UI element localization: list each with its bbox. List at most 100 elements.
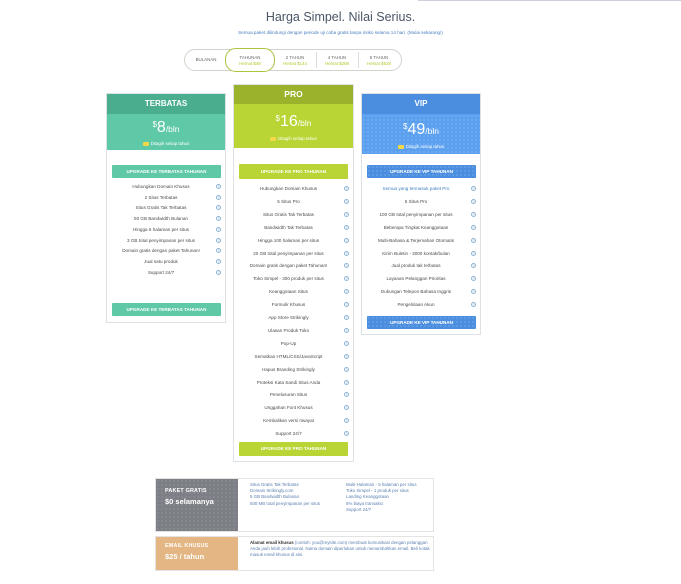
free-plan-features-col2: Multi-Halaman - 5 halaman per situs Toko… [346, 482, 417, 512]
top-divider [418, 0, 681, 1]
calendar-icon [270, 136, 277, 141]
plan-name: PRO [234, 85, 353, 104]
help-icon[interactable]: ? [471, 302, 476, 308]
help-icon[interactable]: ? [344, 211, 349, 217]
plan-price: $49/bln [403, 121, 439, 138]
help-icon[interactable]: ? [344, 431, 349, 437]
help-icon[interactable]: ? [216, 194, 221, 200]
feature-label: Keanggotaan Situs [269, 289, 308, 295]
help-icon[interactable]: ? [344, 392, 349, 398]
feature-label: Unggahan Font Khusus [264, 405, 313, 411]
help-icon[interactable]: ? [471, 198, 476, 204]
billing-option-2-years[interactable]: 2 TAHUN Hemat $144 [275, 50, 315, 70]
help-icon[interactable]: ? [216, 205, 221, 211]
upgrade-pro-button[interactable]: UPGRADE KE PRO TAHUNAN [239, 164, 348, 179]
help-icon[interactable]: ? [344, 379, 349, 385]
feature-label: Pop-Up [280, 340, 297, 346]
billing-option-monthly[interactable]: BULANAN [187, 50, 225, 70]
feature-label: Domain gratis dengan paket Tahunan! [249, 263, 328, 269]
feature-label: Hubungkan Domain Khusus [132, 184, 190, 189]
feature-label: Jual produk tak terbatas [391, 263, 441, 269]
feature-label: 5 Situs Pro [404, 198, 428, 204]
upgrade-vip-button[interactable]: UPGRADE KE VIP TAHUNAN [367, 165, 476, 178]
help-icon[interactable]: ? [216, 237, 221, 243]
upgrade-terbatas-bottom-button[interactable]: UPGRADE KE TERBATAS TAHUNAN [112, 303, 221, 316]
calendar-icon [142, 141, 149, 146]
upgrade-terbatas-button[interactable]: UPGRADE KE TERBATAS TAHUNAN [112, 165, 221, 178]
plan-card-vip: VIP $49/bln Ditagih setiap tahun UPGRADE… [361, 93, 481, 335]
custom-email-description[interactable]: Alamat email khusus (contoh: you@mysite.… [250, 540, 430, 559]
feature-label: Ulasan Produk Toko [267, 327, 310, 333]
help-icon[interactable]: ? [216, 248, 221, 254]
plan-price-panel: $49/bln Ditagih setiap tahun [362, 114, 480, 154]
help-icon[interactable]: ? [471, 237, 476, 243]
billing-option-4-years[interactable]: 4 TAHUN Hemat $288 [317, 50, 357, 70]
feature-label: Beberapa Tingkat Keanggotaan [383, 224, 449, 230]
billed-note: Ditagih setiap tahun [234, 136, 353, 141]
feature-label: Penelusuran Situs [269, 392, 308, 398]
feature-label: App Store Strikingly [268, 315, 309, 320]
help-icon[interactable]: ? [471, 211, 476, 217]
help-icon[interactable]: ? [344, 276, 349, 282]
feature-label: Kirim Buletin - 3000 kontak/bulan [382, 250, 450, 256]
feature-label: 3 GB total penyimpanan per situs [127, 237, 195, 243]
feature-label: Semua yang termasuk paket Pro [382, 186, 450, 191]
feature-label: 50 GB Bandwidth Bulanan [134, 216, 188, 222]
upgrade-vip-bottom-button[interactable]: UPGRADE KE VIP TAHUNAN [367, 316, 476, 329]
help-icon[interactable]: ? [471, 289, 476, 295]
help-icon[interactable]: ? [471, 250, 476, 256]
billed-note: Ditagih setiap tahun [107, 141, 225, 146]
help-icon[interactable]: ? [471, 263, 476, 269]
help-icon[interactable]: ? [216, 258, 221, 264]
help-icon[interactable]: ? [344, 340, 349, 346]
help-icon[interactable]: ? [344, 405, 349, 411]
plan-name: TERBATAS [107, 94, 225, 114]
help-icon[interactable]: ? [344, 186, 349, 191]
feature-label: Domain gratis dengan paket Tahunan! [122, 248, 200, 254]
help-icon[interactable]: ? [344, 418, 349, 424]
page-title: Harga Simpel. Nilai Serius. [265, 10, 416, 24]
feature-label: Hubungkan Domain Khusus [259, 186, 318, 191]
help-icon[interactable]: ? [471, 224, 476, 230]
billing-option-5-years[interactable]: 5 TAHUN Hemat $528 [359, 50, 399, 70]
help-icon[interactable]: ? [344, 366, 349, 372]
feature-label: Proteksi Kata Sandi Situs Anda [256, 379, 321, 385]
upgrade-pro-bottom-button[interactable]: UPGRADE KE PRO TAHUNAN [239, 442, 348, 456]
feature-label: Hingga 100 halaman per situs [257, 237, 320, 243]
billing-option-annual[interactable]: TAHUNAN Hemat $48 [225, 48, 275, 72]
help-icon[interactable]: ? [344, 327, 349, 333]
help-icon[interactable]: ? [471, 276, 476, 282]
help-icon[interactable]: ? [216, 269, 221, 275]
help-icon[interactable]: ? [344, 289, 349, 295]
plan-price-panel: $8/bln Ditagih setiap tahun [107, 114, 225, 150]
help-icon[interactable]: ? [344, 315, 349, 320]
feature-label: Situs Gratis Tak Terbatas [263, 211, 314, 217]
custom-email-box: EMAIL KHUSUS $25 / tahun Alamat email kh… [155, 536, 434, 571]
feature-label: Sematkan HTML/CSS/JavaScript [254, 353, 323, 359]
feature-label: Pengelolaan Akun [397, 302, 435, 308]
plan-price: $8/bln [152, 119, 180, 136]
feature-label: Support 24/7 [275, 431, 302, 437]
page-subtitle[interactable]: Semua paket dilindungi dengan periode uj… [0, 30, 681, 35]
help-icon[interactable]: ? [344, 263, 349, 269]
help-icon[interactable]: ? [344, 224, 349, 230]
help-icon[interactable]: ? [216, 226, 221, 232]
help-icon[interactable]: ? [344, 198, 349, 204]
help-icon[interactable]: ? [344, 353, 349, 359]
custom-email-label: EMAIL KHUSUS $25 / tahun [156, 537, 238, 570]
plan-card-pro: PRO $16/bln Ditagih setiap tahun UPGRADE… [233, 84, 354, 462]
calendar-icon [397, 144, 404, 149]
help-icon[interactable]: ? [216, 216, 221, 222]
help-icon[interactable]: ? [344, 237, 349, 243]
feature-label: Dukungan Telepon Bahasa Inggris [380, 289, 452, 295]
feature-label: Layanan Pelanggan Prioritas [386, 276, 446, 282]
help-icon[interactable]: ? [216, 184, 221, 189]
feature-label: Support 24/7 [147, 269, 175, 275]
feature-label: 2 Situs Terbatas [144, 194, 178, 200]
free-plan-features-col1: Situs Gratis Tak Terbatas Domain Strikin… [250, 482, 321, 506]
help-icon[interactable]: ? [344, 302, 349, 308]
help-icon[interactable]: ? [344, 250, 349, 256]
plan-name: VIP [362, 94, 480, 114]
help-icon[interactable]: ? [471, 186, 476, 191]
plan-card-terbatas: TERBATAS $8/bln Ditagih setiap tahun UPG… [106, 93, 226, 323]
